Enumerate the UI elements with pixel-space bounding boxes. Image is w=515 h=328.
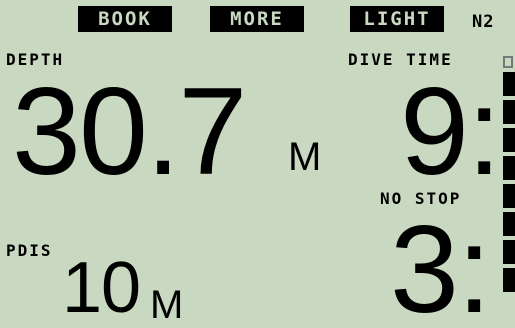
pdis-unit: M <box>150 283 183 327</box>
no-stop-value: 3: <box>390 201 491 328</box>
depth-value: 30.7 <box>12 63 247 201</box>
more-button[interactable]: MORE <box>210 6 304 32</box>
nitrogen-bar-segment <box>503 184 515 208</box>
nitrogen-bar-segment <box>503 212 515 236</box>
n2-indicator: N2 <box>472 12 495 32</box>
pdis-label: PDIS <box>6 241 53 260</box>
dive-computer-screen: BOOK MORE LIGHT N2 DEPTH 30.7 M DIVE TIM… <box>0 0 515 328</box>
depth-unit: M <box>288 135 321 179</box>
nitrogen-bar-segment <box>503 240 515 264</box>
nitrogen-bar-segment <box>503 268 515 292</box>
nitrogen-bar-segment <box>503 156 515 180</box>
book-button[interactable]: BOOK <box>78 6 172 32</box>
dive-time-value: 9: <box>400 63 501 201</box>
light-button[interactable]: LIGHT <box>350 6 444 32</box>
nitrogen-bar-segment <box>503 72 515 96</box>
nitrogen-bar-empty-segment <box>503 56 513 68</box>
nitrogen-bar-segment <box>503 100 515 124</box>
pdis-value: 10 <box>62 248 141 328</box>
nitrogen-bar-segment <box>503 128 515 152</box>
